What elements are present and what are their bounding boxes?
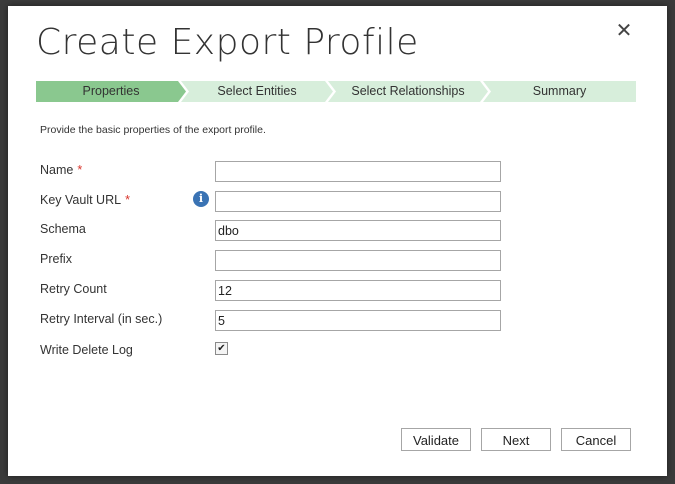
name-label-text: Name <box>40 163 74 177</box>
schema-label: Schema <box>40 222 86 236</box>
write-delete-log-label: Write Delete Log <box>40 343 133 357</box>
retry-interval-label: Retry Interval (in sec.) <box>40 312 163 326</box>
required-marker: * <box>77 163 83 177</box>
cancel-button[interactable]: Cancel <box>561 428 631 451</box>
step-properties[interactable]: Properties <box>36 81 186 102</box>
dialog-title: Create Export Profile <box>36 22 419 63</box>
schema-input[interactable] <box>215 220 501 241</box>
close-icon[interactable]: ✕ <box>614 20 634 40</box>
required-marker: * <box>125 193 130 207</box>
prefix-label: Prefix <box>40 252 72 266</box>
name-label: Name * <box>40 163 82 177</box>
validate-button[interactable]: Validate <box>401 428 471 451</box>
key-vault-url-label: Key Vault URL * <box>40 193 130 207</box>
next-button[interactable]: Next <box>481 428 551 451</box>
wizard-steps: Properties Select Entities Select Relati… <box>36 81 636 102</box>
step-select-entities[interactable]: Select Entities <box>181 81 333 102</box>
step-select-relationships[interactable]: Select Relationships <box>328 81 488 102</box>
key-vault-url-label-text: Key Vault URL <box>40 193 122 207</box>
retry-interval-input[interactable] <box>215 310 501 331</box>
key-vault-url-input[interactable] <box>215 191 501 212</box>
prefix-input[interactable] <box>215 250 501 271</box>
info-icon[interactable]: i <box>193 191 209 207</box>
step-description: Provide the basic properties of the expo… <box>40 124 266 136</box>
write-delete-log-checkbox[interactable]: ✔ <box>215 342 228 355</box>
retry-count-input[interactable] <box>215 280 501 301</box>
name-input[interactable] <box>215 161 501 182</box>
retry-count-label: Retry Count <box>40 282 107 296</box>
step-summary[interactable]: Summary <box>483 81 636 102</box>
create-export-profile-dialog: ✕ Create Export Profile Properties Selec… <box>8 6 667 476</box>
